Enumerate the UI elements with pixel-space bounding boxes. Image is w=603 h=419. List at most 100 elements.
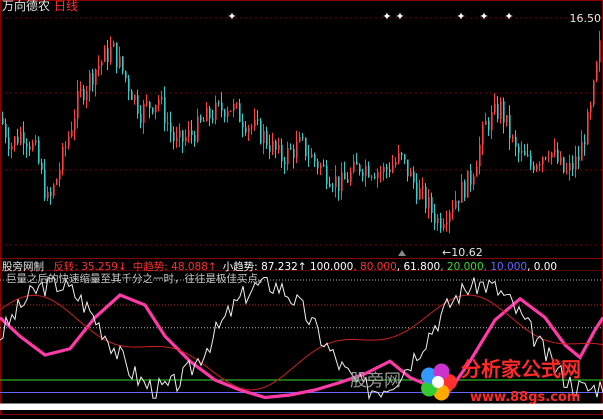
candle-body: [311, 154, 313, 158]
site-logo-url: www.88gs.com: [470, 390, 581, 405]
candle-body: [575, 156, 577, 170]
candle-body: [260, 120, 262, 143]
indicator-level-5: , 0.00: [527, 261, 558, 273]
low-marker-icon: [398, 250, 406, 256]
candle-body: [443, 224, 445, 229]
chart-stage[interactable]: ✦ ✦ ✦ ✦ ✦ ✦ 万向德农 日线 16.50 ←10.62 股旁网制 反转: 35.2…: [0, 0, 603, 415]
candle-body: [17, 136, 19, 144]
candle-body: [239, 103, 241, 123]
candle-body: [110, 46, 112, 63]
indicator-level-1: , 80.000: [353, 261, 397, 273]
candle-body: [347, 179, 349, 183]
candle-body: [5, 123, 7, 138]
candle-body: [293, 148, 295, 158]
candle-body: [494, 103, 496, 113]
candle-body: [164, 96, 166, 124]
candle-body: [113, 42, 115, 47]
candle-body: [314, 154, 316, 162]
candle-body: [518, 146, 520, 153]
candle-body: [203, 120, 205, 122]
candle-body: [533, 165, 535, 171]
candle-body: [92, 73, 94, 85]
candle-body: [41, 162, 43, 170]
candle-body: [173, 132, 175, 142]
candle-body: [344, 172, 346, 180]
candle-body: [182, 130, 184, 142]
watermark-text: 股旁网: [350, 371, 401, 391]
indicator-name: 股旁网制: [2, 261, 44, 273]
candle-body: [410, 171, 412, 177]
candle-body: [452, 208, 454, 213]
candle-body: [485, 120, 487, 126]
candle-body: [557, 149, 559, 163]
candle-body: [98, 65, 100, 70]
candle-body: [32, 142, 34, 150]
candle-body: [362, 171, 364, 176]
candle-body: [209, 108, 211, 119]
indicator-item-2: 小趋势: 87.232↑: [222, 261, 307, 273]
candle-body: [317, 161, 319, 169]
event-marker-icon-4: ✦: [479, 10, 488, 23]
candle-body: [458, 200, 460, 203]
candle-body: [23, 132, 25, 144]
candle-body: [155, 104, 157, 113]
candle-body: [581, 141, 583, 161]
candle-body: [143, 103, 145, 123]
candle-body: [464, 181, 466, 198]
candle-body: [599, 40, 601, 63]
candle-body: [230, 110, 232, 112]
candle-body: [284, 161, 286, 165]
candle-body: [497, 103, 499, 120]
candle-body: [569, 163, 571, 171]
candle-body: [131, 91, 133, 100]
candle-body: [101, 61, 103, 66]
candle-body: [242, 122, 244, 128]
candle-body: [590, 104, 592, 112]
chart-title: 万向德农 日线: [2, 0, 78, 13]
candle-body: [323, 165, 325, 167]
candle-body: [521, 151, 523, 153]
candle-body: [122, 56, 124, 72]
candle-body: [374, 176, 376, 179]
candle-body: [50, 191, 52, 196]
candle-body: [83, 88, 85, 101]
candle-body: [161, 96, 163, 100]
candle-body: [428, 197, 430, 209]
indicator-baseline-bar: [0, 405, 603, 410]
candle-body: [593, 80, 595, 105]
chart-canvas[interactable]: ✦ ✦ ✦ ✦ ✦ ✦: [0, 0, 603, 415]
candle-body: [416, 182, 418, 200]
candle-body: [389, 169, 391, 173]
candle-body: [566, 170, 568, 173]
candle-body: [365, 165, 367, 176]
indicator-items: 反转: 35.259↓ 中趋势: 48.088↑ 小趋势: 87.232↑ 100.…: [47, 261, 557, 273]
candle-body: [551, 152, 553, 158]
candle-body: [185, 136, 187, 142]
candle-body: [578, 156, 580, 161]
candle-body: [281, 144, 283, 162]
candle-body: [59, 170, 61, 180]
candle-body: [524, 151, 526, 156]
candle-body: [422, 186, 424, 189]
candle-body: [419, 188, 421, 200]
candle-body: [269, 145, 271, 152]
site-logo-text: 分析家公式网: [461, 357, 581, 381]
candle-body: [125, 71, 127, 79]
candle-body: [506, 114, 508, 123]
candle-body: [47, 191, 49, 199]
candle-body: [470, 170, 472, 185]
candle-body: [68, 136, 70, 147]
candle-body: [104, 48, 106, 62]
candle-body: [29, 146, 31, 150]
candle-body: [53, 184, 55, 196]
candle-body: [257, 119, 259, 121]
candle-body: [140, 113, 142, 123]
candle-body: [212, 118, 214, 120]
candle-body: [509, 114, 511, 139]
candle-body: [536, 165, 538, 171]
candle-body: [191, 130, 193, 136]
candle-body: [479, 144, 481, 167]
candle-body: [197, 116, 199, 142]
candle-body: [167, 122, 169, 124]
candle-body: [449, 212, 451, 223]
